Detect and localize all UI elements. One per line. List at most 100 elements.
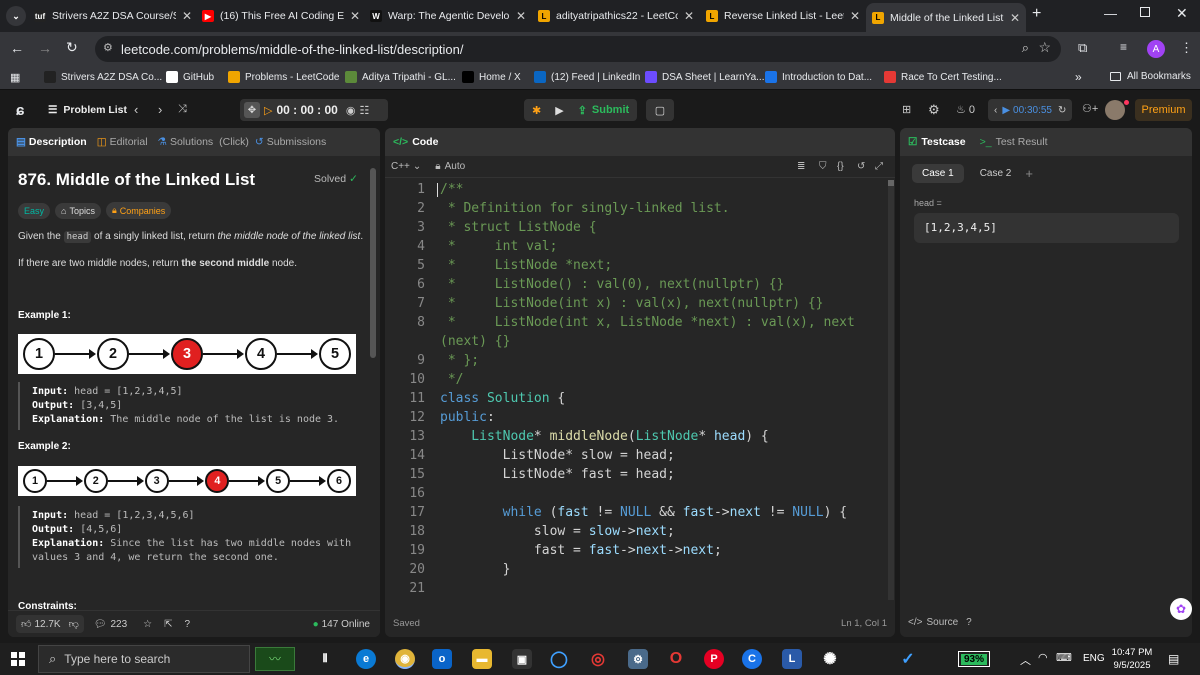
- help-icon[interactable]: ?: [185, 619, 191, 630]
- language-indicator[interactable]: ENG: [1083, 653, 1105, 664]
- streak-counter[interactable]: ♨ 0: [956, 103, 975, 117]
- back-icon[interactable]: ←: [10, 40, 24, 56]
- bookmark-item[interactable]: (12) Feed | LinkedIn: [534, 71, 640, 83]
- close-window-button[interactable]: ✕: [1176, 5, 1188, 22]
- minimize-button[interactable]: —: [1104, 6, 1117, 21]
- site-info-icon[interactable]: ⚙: [103, 41, 113, 54]
- bookmarks-more-button[interactable]: »: [1075, 70, 1082, 84]
- layout-icon[interactable]: ⊞: [902, 103, 911, 116]
- close-tab-icon[interactable]: ✕: [684, 9, 694, 23]
- l-app-icon[interactable]: L: [782, 649, 802, 669]
- prev-problem-icon[interactable]: ‹: [134, 102, 138, 117]
- auto-mode[interactable]: 🔒︎ Auto: [435, 161, 465, 172]
- chrome-icon[interactable]: ◉: [395, 649, 415, 669]
- cortana-icon[interactable]: ◯: [549, 649, 569, 669]
- case-2-button[interactable]: Case 2: [970, 164, 1022, 183]
- bookmark-item[interactable]: Aditya Tripathi - GL...: [345, 71, 456, 83]
- help-icon[interactable]: ?: [966, 617, 972, 628]
- code-scrollbar-thumb[interactable]: [888, 180, 894, 186]
- notes-button[interactable]: ▢: [646, 99, 674, 121]
- tab-test-result[interactable]: >_ Test Result: [980, 136, 1048, 148]
- fullscreen-icon[interactable]: ⤢: [875, 161, 883, 172]
- star-icon[interactable]: ☆: [143, 619, 152, 630]
- shuffle-icon[interactable]: ⤨: [178, 103, 187, 116]
- format-icon[interactable]: ≣: [797, 161, 805, 172]
- notes-icon[interactable]: ☷: [359, 104, 369, 117]
- eye-icon[interactable]: ◉: [346, 104, 356, 117]
- clock[interactable]: 10:47 PM 9/5/2025: [1110, 646, 1154, 672]
- url-bar[interactable]: ⚙ leetcode.com/problems/middle-of-the-li…: [95, 36, 1061, 62]
- tab-editorial[interactable]: ◫ Editorial: [97, 136, 148, 148]
- browser-tab[interactable]: Ladityatripathics22 - LeetCo ✕: [532, 4, 700, 28]
- windows-start-icon[interactable]: [11, 652, 25, 666]
- comments-button[interactable]: 💬︎ 223: [94, 619, 127, 630]
- widget-chart-icon[interactable]: 〰: [255, 647, 295, 671]
- bookmark-item[interactable]: Strivers A2Z DSA Co...: [44, 71, 162, 83]
- thumbs-down-icon[interactable]: 👎︎: [69, 618, 79, 630]
- forward-icon[interactable]: →: [38, 40, 52, 56]
- outlook-icon[interactable]: o: [432, 649, 452, 669]
- user-avatar[interactable]: [1105, 100, 1125, 120]
- zoom-icon[interactable]: ⌕: [1022, 40, 1029, 56]
- session-timer[interactable]: ‹ ▶ 00:30:55 ↻: [988, 99, 1073, 121]
- avatar[interactable]: A: [1147, 40, 1165, 58]
- apps-grid-icon[interactable]: ▦: [10, 71, 20, 84]
- battery-indicator[interactable]: 93%: [958, 651, 991, 667]
- wifi-icon[interactable]: ◠: [1038, 651, 1048, 664]
- taskbar-search[interactable]: ⌕ Type here to search: [38, 645, 250, 673]
- session-reset-icon[interactable]: ↻: [1058, 105, 1066, 116]
- settings-gear-icon[interactable]: ⚙: [928, 102, 940, 118]
- pinterest-icon[interactable]: P: [704, 649, 724, 669]
- like-button[interactable]: 👍︎ 12.7K 👎︎: [16, 615, 84, 633]
- tab-search-icon[interactable]: ⌄: [6, 6, 26, 26]
- reload-icon[interactable]: ↻: [66, 39, 78, 56]
- code-editor[interactable]: 1 /** 2 * Definition for singly-linked lis…: [385, 180, 890, 608]
- case-1-button[interactable]: Case 1: [912, 164, 964, 183]
- leetcode-logo-icon[interactable]: ɕ: [16, 102, 24, 119]
- opera-gx-icon[interactable]: O: [666, 649, 686, 669]
- session-prev-icon[interactable]: ‹: [994, 105, 997, 116]
- close-tab-icon[interactable]: ✕: [850, 9, 860, 23]
- topics-tag[interactable]: ⌂ Topics: [55, 202, 101, 219]
- timer-widget[interactable]: ✥ ▷ 00 : 00 : 00 ◉ ☷: [240, 99, 388, 121]
- new-tab-button[interactable]: +: [1032, 5, 1041, 23]
- vscode-icon[interactable]: ✓: [898, 649, 918, 669]
- tab-description[interactable]: ▤ Description: [16, 136, 87, 148]
- braces-icon[interactable]: {}: [837, 161, 844, 172]
- tab-testcase[interactable]: ☑ Testcase: [908, 136, 966, 148]
- add-friend-icon[interactable]: ⚇+: [1082, 102, 1098, 115]
- browser-tab[interactable]: L Reverse Linked List - LeetC ✕: [700, 4, 866, 28]
- bookmark-item[interactable]: Introduction to Dat...: [765, 71, 872, 83]
- tab-click[interactable]: (Click): [219, 136, 249, 148]
- assistant-bubble-icon[interactable]: ✿: [1170, 598, 1192, 620]
- drag-handle-icon[interactable]: ✥: [244, 102, 260, 118]
- bookmark-item[interactable]: Home / X: [462, 71, 521, 83]
- source-link[interactable]: </> Source ?: [908, 617, 972, 628]
- tab-solutions[interactable]: ⚗ Solutions: [158, 136, 214, 148]
- timer-play-icon[interactable]: ▷: [264, 104, 272, 117]
- bookmark-item[interactable]: GitHub: [166, 71, 214, 83]
- browser-tab[interactable]: ▶ (16) This Free AI Coding Er ✕: [196, 4, 366, 28]
- bookmark-star-icon[interactable]: ☆: [1038, 39, 1051, 56]
- tray-chevron-icon[interactable]: ︿: [1020, 652, 1031, 668]
- language-select[interactable]: C++ ⌄: [391, 161, 421, 172]
- browser-tab[interactable]: L Middle of the Linked List - ✕: [866, 3, 1026, 32]
- media-icon[interactable]: ≡: [1120, 40, 1127, 54]
- next-problem-icon[interactable]: ›: [158, 102, 162, 117]
- reset-icon[interactable]: ↺: [857, 161, 865, 172]
- opera-icon[interactable]: ◎: [588, 649, 608, 669]
- add-case-button[interactable]: +: [1025, 166, 1033, 181]
- chatgpt-icon[interactable]: ✺: [820, 649, 840, 669]
- problem-list-button[interactable]: ☰ Problem List: [48, 104, 127, 116]
- bookmark-item[interactable]: Race To Cert Testing...: [884, 71, 1002, 83]
- close-tab-icon[interactable]: ✕: [182, 9, 192, 23]
- bookmark-item[interactable]: Problems - LeetCode: [228, 71, 340, 83]
- tab-submissions[interactable]: ↺ Submissions: [255, 136, 326, 148]
- maximize-button[interactable]: [1140, 7, 1150, 17]
- share-icon[interactable]: ⇱: [164, 619, 172, 630]
- c-app-icon[interactable]: C: [742, 649, 762, 669]
- task-view-icon[interactable]: ⫴: [315, 649, 335, 669]
- session-play-icon[interactable]: ▶: [1002, 105, 1010, 116]
- difficulty-tag[interactable]: Easy: [18, 202, 51, 219]
- run-icon[interactable]: ▶: [555, 104, 563, 117]
